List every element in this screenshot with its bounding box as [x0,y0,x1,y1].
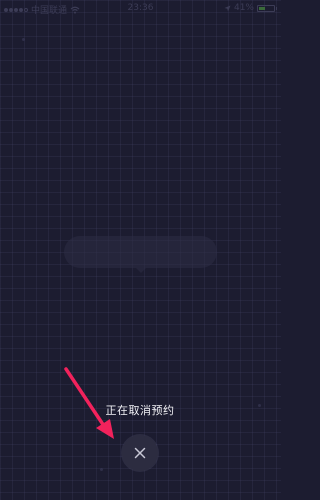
map-screen: 中国联通 23:36 41% 正在取消预约 [0,0,281,500]
battery-percent: 41% [233,3,254,13]
status-right: 41% [224,3,277,13]
map-marker-dot [258,404,261,407]
battery-level [259,6,265,10]
map-marker-dot [22,38,25,41]
faded-bubble-pointer [136,268,146,273]
battery-tip [276,6,277,10]
cancel-button[interactable] [122,435,158,471]
annotation-arrow-icon [64,367,114,439]
map-marker-dot [100,468,103,471]
status-bar: 中国联通 23:36 41% [0,0,281,18]
battery-icon [257,4,275,12]
close-icon [134,447,146,459]
faded-location-bubble [64,236,217,268]
location-icon [224,5,231,11]
